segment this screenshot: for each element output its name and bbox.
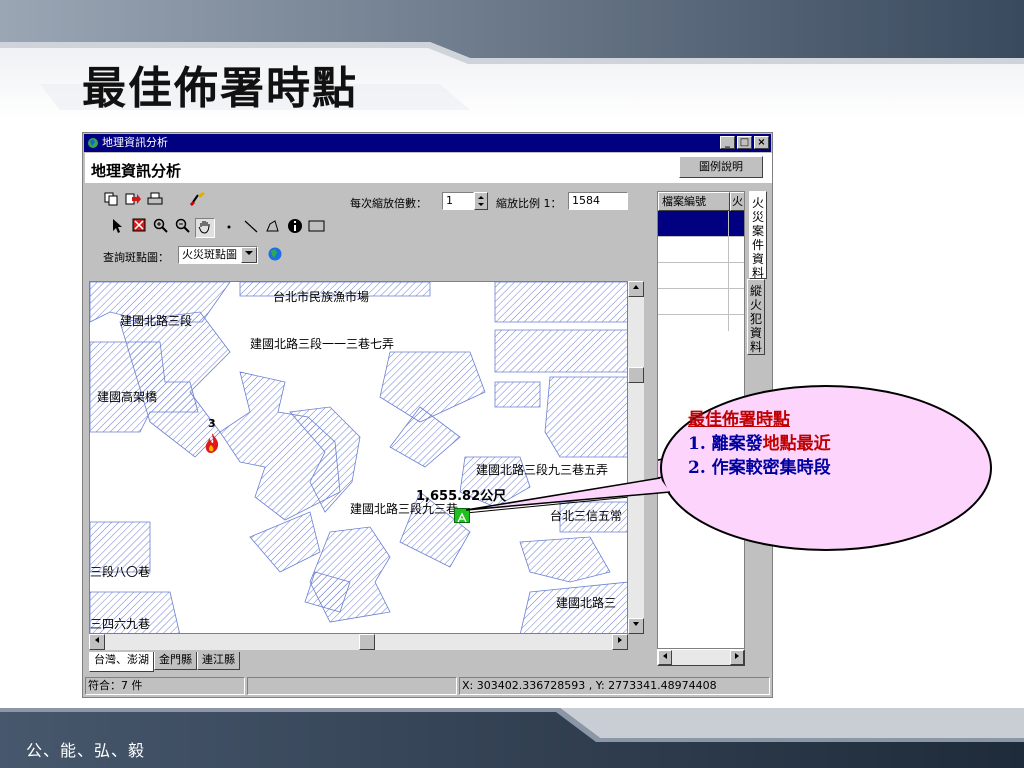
scroll-up-icon[interactable] [628,281,644,297]
map-canvas[interactable]: 台北市民族漁市場 建國北路三段 建國北路三段一一三巷七弄 建國高架橋 建國北路三… [89,281,628,634]
table-row[interactable] [658,237,744,263]
callout-title: 最佳佈署時點 [688,410,790,430]
incident-count-label: 3 [208,417,216,430]
tab-taiwan-penghu[interactable]: 台灣、澎湖 [89,652,154,672]
window-title: 地理資訊分析 [102,136,168,149]
polygon-icon[interactable] [263,218,283,238]
map-label-road: 建國北路三段 [120,314,193,328]
zoom-factor-input[interactable]: 1 [442,192,474,210]
query-label: 查詢斑點圖： [103,251,169,264]
tab-lienchiang[interactable]: 連江縣 [197,652,240,670]
slide-footer-motto: 公、能、弘、毅 [26,741,146,760]
toolbar-area: 每次縮放倍數： 1 縮放比例 1： 1584 查詢斑點圖： 火災斑點圖 [85,183,651,273]
slide-footer-band [0,708,1024,768]
region-tabs: 台灣、澎湖 金門縣 連江縣 [89,652,240,672]
coordinate-readout: X: 303402.336728593 , Y: 2773341.4897440… [459,677,770,695]
callout-item2-num: 2. [688,458,706,478]
window-titlebar[interactable]: 地理資訊分析 _ □ × [84,134,771,152]
fire-icon[interactable] [203,432,221,454]
clear-icon[interactable] [187,191,207,211]
callout-pointer [465,477,671,511]
horizontal-scroll-thumb[interactable] [359,634,375,650]
pointer-icon[interactable] [107,218,127,238]
callout-item2: 作案較密集時段 [711,458,831,478]
zoom-extent-icon[interactable] [129,218,149,238]
zoom-factor-label: 每次縮放倍數： [350,197,427,210]
tab-kinmen[interactable]: 金門縣 [154,652,197,670]
copy-icon[interactable] [101,191,121,211]
app-globe-icon [88,138,98,148]
tab-fire-cases[interactable]: 火災案件資料 [749,191,767,280]
vertical-scroll-thumb[interactable] [628,367,644,383]
callout-item1-num: 1. [688,434,706,454]
map-vertical-scrollbar[interactable] [628,281,644,634]
status-bar: 符合：7 件 X: 303402.336728593 , Y: 2773341.… [85,677,772,695]
map-label-road-3: 建國北路三 [556,596,617,610]
map-label-lane-80: 三段八〇巷 [90,565,151,579]
map-horizontal-scrollbar[interactable] [89,634,628,650]
table-horizontal-scrollbar[interactable] [657,649,745,666]
callout-item1-b: 地點最近 [762,434,831,454]
map-label-lane-93: 建國北路三段九三巷 [350,502,459,516]
zoom-in-icon[interactable] [151,218,171,238]
match-count: 符合：7 件 [85,677,245,695]
table-row-selected[interactable] [658,211,744,237]
app-title: 地理資訊分析 [91,162,182,180]
map-label-lane-113: 建國北路三段一一三巷七弄 [250,337,395,351]
pan-icon[interactable] [195,218,215,238]
map-label-market: 台北市民族漁市場 [273,290,370,304]
globe-icon[interactable] [265,246,285,266]
tab-arson-suspects[interactable]: 縱火犯資料 [747,279,765,355]
export-icon[interactable] [123,191,143,211]
slide-title: 最佳佈署時點 [82,63,358,114]
app-header: 地理資訊分析 圖例說明 [85,153,772,183]
close-button[interactable]: × [754,136,769,149]
scroll-left-icon[interactable] [89,634,105,650]
point-icon[interactable] [219,218,239,238]
scroll-down-icon[interactable] [628,618,644,634]
callout-text: 最佳佈署時點 1. 離案發地點最近 2. 作案較密集時段 [688,408,831,480]
minimize-button[interactable]: _ [720,136,735,149]
col-case-number[interactable]: 檔案編號 [658,192,730,211]
table-scroll-right-icon[interactable] [730,650,744,665]
chevron-down-icon[interactable] [241,247,257,263]
maximize-button[interactable]: □ [737,136,752,149]
zoom-factor-stepper[interactable] [474,192,488,210]
line-icon[interactable] [241,218,261,238]
scale-input[interactable]: 1584 [568,192,628,210]
map-label-lane-469: 三四六九巷 [90,617,151,631]
col-fire[interactable]: 火 [730,192,744,211]
table-row[interactable] [658,289,744,315]
status-blank [247,677,457,695]
map-label-viaduct: 建國高架橋 [97,390,158,404]
legend-button[interactable]: 圖例說明 [679,156,763,178]
callout-item1-a: 離案發 [711,434,763,454]
table-row[interactable] [658,263,744,289]
table-scroll-left-icon[interactable] [658,650,672,665]
scroll-right-icon[interactable] [612,634,628,650]
print-icon[interactable] [145,191,165,211]
rectangle-icon[interactable] [307,218,327,238]
zoom-out-icon[interactable] [173,218,193,238]
info-icon[interactable] [285,218,305,238]
scale-label: 縮放比例 1： [496,197,562,210]
